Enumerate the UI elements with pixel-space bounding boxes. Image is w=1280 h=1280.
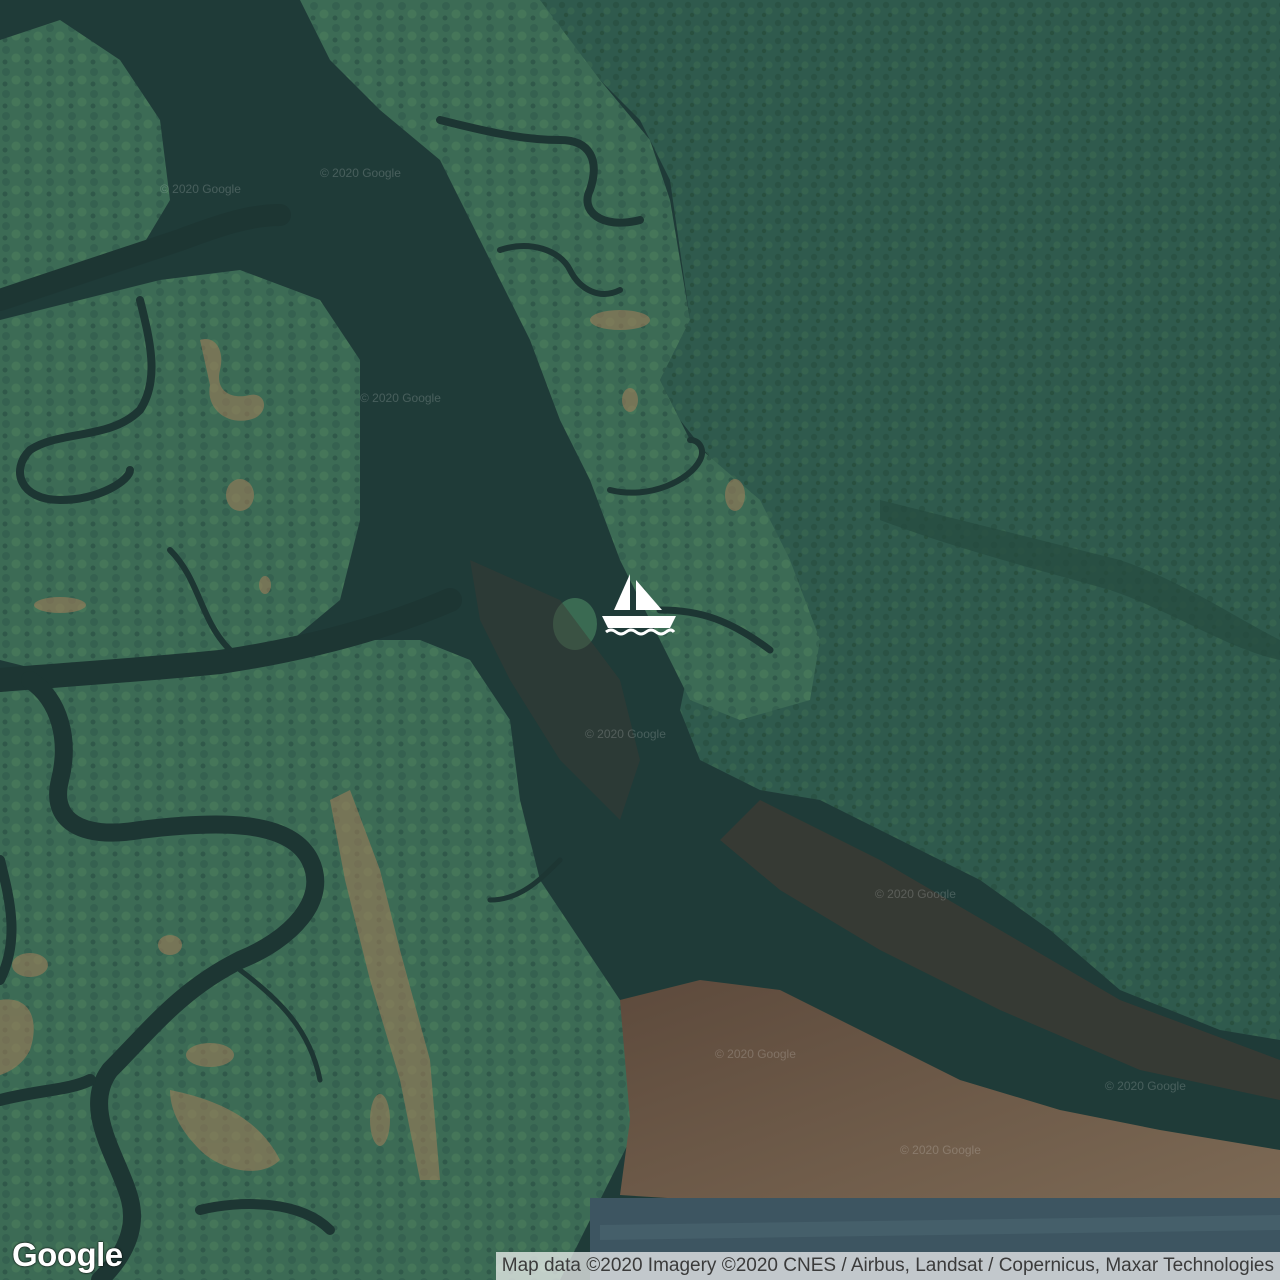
map-view[interactable]: © 2020 Google © 2020 Google © 2020 Googl… [0,0,1280,1280]
imagery-watermark: © 2020 Google [360,391,441,405]
imagery-watermark: © 2020 Google [585,727,666,741]
imagery-watermark: © 2020 Google [875,887,956,901]
map-attribution: Map data ©2020 Imagery ©2020 CNES / Airb… [495,1252,1280,1280]
imagery-watermark: © 2020 Google [900,1143,981,1157]
imagery-watermark: © 2020 Google [320,166,401,180]
sailboat-icon[interactable] [600,572,678,638]
imagery-watermark: © 2020 Google [715,1047,796,1061]
imagery-watermark: © 2020 Google [160,182,241,196]
attribution-text: Map data ©2020 Imagery ©2020 CNES / Airb… [501,1255,1274,1276]
imagery-watermark: © 2020 Google [1105,1079,1186,1093]
google-logo[interactable]: Google [12,1236,123,1274]
